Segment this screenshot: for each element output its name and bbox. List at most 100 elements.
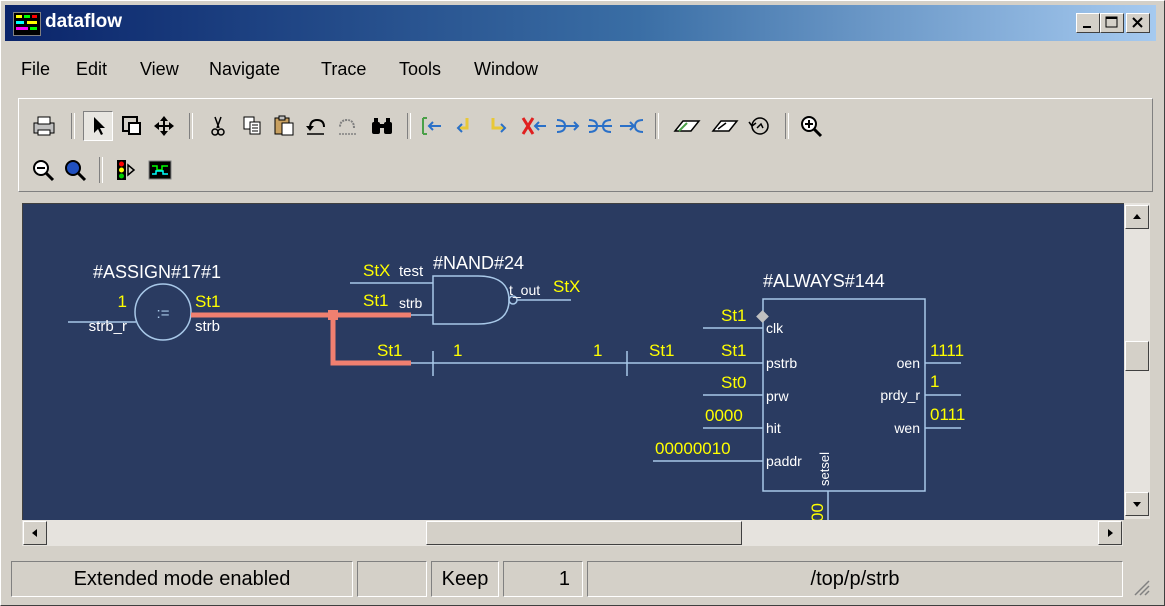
horizontal-scroll-thumb[interactable]: [426, 521, 742, 545]
toolbar-separator: [407, 113, 411, 139]
wire-driver-value: St1: [377, 341, 403, 360]
arrow-up-icon: [1133, 214, 1141, 219]
scroll-right-button[interactable]: [1098, 521, 1122, 545]
always-setsel-value: 00: [808, 503, 827, 520]
nand-input2-value: St1: [363, 291, 389, 310]
always-input-pstrb-value: St1: [721, 341, 747, 360]
status-path: /top/p/strb: [587, 561, 1123, 597]
net-junction: [328, 310, 338, 320]
scroll-down-button[interactable]: [1125, 492, 1149, 516]
arrow-left-icon: [32, 529, 37, 537]
wave-window-button[interactable]: [145, 155, 175, 185]
assign-block-name: #ASSIGN#17#1: [93, 262, 221, 282]
trace-output-button[interactable]: [483, 111, 513, 141]
nand-output-value: StX: [553, 277, 580, 296]
expand-drivers-button[interactable]: [553, 111, 583, 141]
assign-output-value: St1: [195, 292, 221, 311]
title-bar[interactable]: dataflow: [5, 5, 1156, 41]
resize-grip-icon[interactable]: [1129, 575, 1151, 597]
status-count: 1: [503, 561, 583, 597]
copy-button[interactable]: [237, 111, 267, 141]
menu-trace[interactable]: Trace: [321, 59, 366, 80]
arrow-right-icon: [1108, 529, 1113, 537]
menu-file[interactable]: File: [21, 59, 50, 80]
arrow-down-icon: [1133, 502, 1141, 507]
dataflow-canvas[interactable]: := #ASSIGN#17#1 1 strb_r St1 strb #NAND#…: [22, 203, 1124, 520]
always-input-clk-port: clk: [766, 320, 784, 336]
status-empty-panel: [357, 561, 427, 597]
menu-navigate[interactable]: Navigate: [209, 59, 280, 80]
always-input-clk-value: St1: [721, 306, 747, 325]
toolbar-separator: [655, 113, 659, 139]
find-button[interactable]: [367, 111, 397, 141]
trace-x-icon: [521, 117, 546, 135]
always-input-prw-port: prw: [766, 388, 789, 404]
toolbar-separator: [99, 157, 103, 183]
regenerate-button[interactable]: [745, 111, 775, 141]
zoom-full-icon: [65, 160, 87, 182]
scroll-left-button[interactable]: [23, 521, 47, 545]
menu-view[interactable]: View: [140, 59, 179, 80]
stop-light-icon: [117, 160, 136, 180]
zoom-in-button[interactable]: [797, 111, 827, 141]
maximize-icon: [1105, 16, 1118, 28]
always-output-oen-port: oen: [897, 355, 920, 371]
undo-button[interactable]: [301, 111, 331, 141]
paste-icon: [274, 115, 294, 136]
nand-block-name: #NAND#24: [433, 253, 524, 273]
trace-input-button[interactable]: [417, 111, 447, 141]
stop-light-button[interactable]: [111, 155, 141, 185]
close-button[interactable]: [1126, 13, 1150, 33]
nand-gate[interactable]: [432, 275, 510, 325]
minimize-button[interactable]: [1076, 13, 1100, 33]
expand-all-button[interactable]: [617, 111, 647, 141]
menu-window[interactable]: Window: [474, 59, 538, 80]
select-arrow-icon: [94, 117, 105, 135]
vertical-scroll-thumb[interactable]: [1125, 341, 1149, 371]
schematic: := #ASSIGN#17#1 1 strb_r St1 strb #NAND#…: [68, 253, 965, 520]
always-output-oen-value: 1111: [930, 341, 964, 360]
maximize-button[interactable]: [1100, 13, 1124, 33]
erase-selected-button[interactable]: [709, 111, 739, 141]
always-output-prdy-port: prdy_r: [880, 387, 920, 403]
scroll-up-button[interactable]: [1125, 205, 1149, 229]
wire-seg1-value: 1: [453, 341, 462, 360]
redo-button[interactable]: [333, 111, 363, 141]
always-input-paddr-value: 00000010: [655, 439, 731, 458]
menu-edit[interactable]: Edit: [76, 59, 107, 80]
zoom-full-button[interactable]: [61, 155, 91, 185]
erase-button[interactable]: [671, 111, 701, 141]
always-input-paddr-port: paddr: [766, 453, 802, 469]
always-output-prdy-value: 1: [930, 372, 939, 391]
always-output-wen-value: 0111: [930, 405, 965, 424]
trace-x-button[interactable]: [519, 111, 549, 141]
expand-readers-button[interactable]: [585, 111, 615, 141]
menu-tools[interactable]: Tools: [399, 59, 441, 80]
find-icon: [372, 118, 392, 134]
scroll-corner: [1124, 520, 1150, 546]
paste-button[interactable]: [269, 111, 299, 141]
always-block-name: #ALWAYS#144: [763, 271, 885, 291]
select-tool-button[interactable]: [83, 111, 113, 141]
assign-output-port: strb: [195, 318, 220, 335]
vertical-scrollbar[interactable]: [1124, 203, 1150, 519]
dataflow-window: dataflow File Edit View Navigate Trace T…: [0, 0, 1165, 606]
cut-button[interactable]: [203, 111, 233, 141]
nand-input2-port: strb: [399, 295, 423, 311]
toolbar-separator: [785, 113, 789, 139]
nand-input1-port: test: [399, 263, 424, 280]
zoom-out-button[interactable]: [29, 155, 59, 185]
regenerate-icon: [748, 117, 769, 135]
assign-input-value: 1: [118, 292, 127, 311]
zoom-out-icon: [33, 160, 55, 182]
wire-seg3-value: St1: [649, 341, 675, 360]
print-button[interactable]: [29, 111, 59, 141]
zoom-box-button[interactable]: [117, 111, 147, 141]
pan-button[interactable]: [149, 111, 179, 141]
pan-icon: [154, 116, 174, 136]
expand-drivers-icon: [556, 119, 580, 133]
horizontal-scrollbar[interactable]: [22, 520, 1123, 546]
zoom-box-icon: [122, 116, 141, 135]
wave-window-icon: [148, 160, 172, 180]
trace-next-button[interactable]: [451, 111, 481, 141]
